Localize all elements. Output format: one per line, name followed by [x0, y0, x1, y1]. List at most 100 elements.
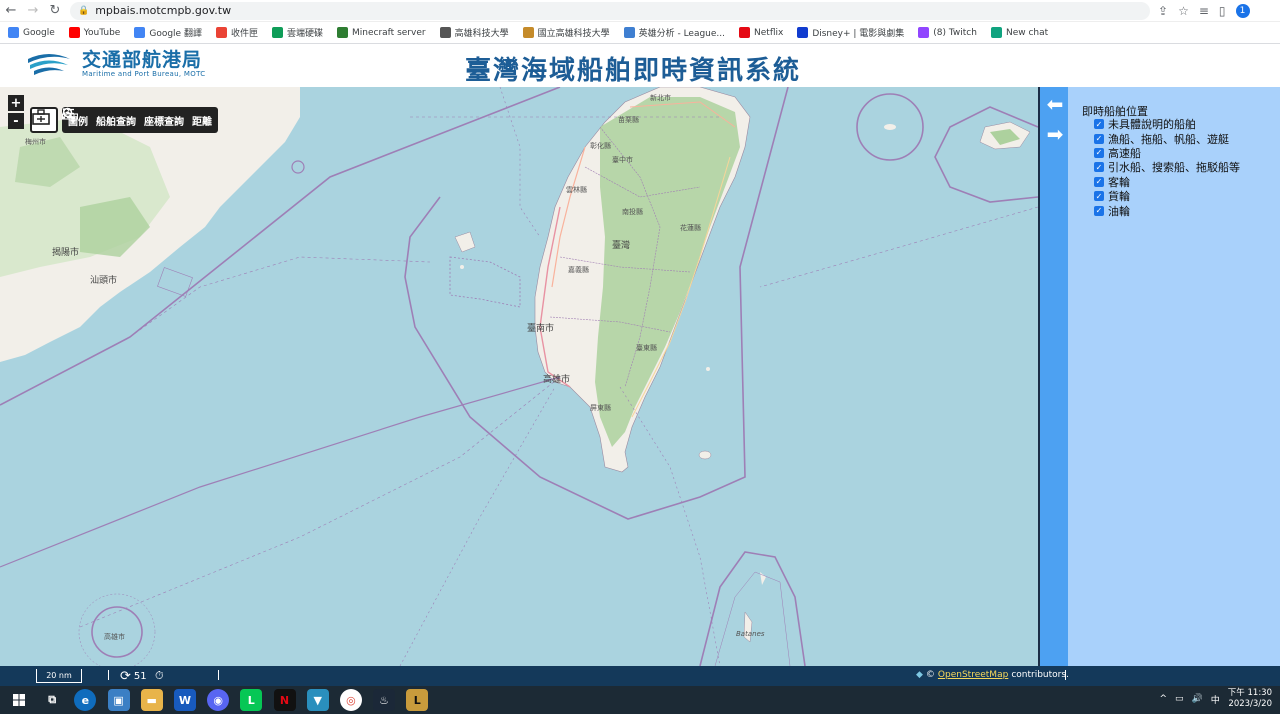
coord-search-button[interactable]: 座標查詢 — [62, 107, 184, 128]
ship-type-item[interactable]: ✓ 未具體說明的船舶 — [1094, 117, 1240, 131]
zoom-in-button[interactable]: + — [8, 95, 24, 111]
bookmark-item[interactable]: 英雄分析 - League... — [623, 26, 726, 39]
browser-address-bar: ← → ↻ 🔒 mpbais.motcmpb.gov.tw ⇪ ☆ ≡ ▯ 1 — [0, 0, 1280, 22]
mpb-logo[interactable]: 交通部航港局 Maritime and Port Bureau, MOTC — [26, 50, 205, 78]
checkbox[interactable]: ✓ — [1094, 205, 1104, 216]
forward-arrow-icon[interactable]: → — [22, 0, 44, 22]
bookmark-label: New chat — [1005, 27, 1049, 38]
share-icon[interactable]: ⇪ — [1158, 4, 1168, 18]
checkbox[interactable]: ✓ — [1094, 162, 1104, 173]
bookmark-label: 英雄分析 - League... — [638, 29, 726, 39]
svg-text:?: ? — [67, 108, 71, 115]
ship-type-item[interactable]: ✓ 引水船、搜索船、拖駁船等 — [1094, 160, 1240, 174]
analytics-icon — [623, 27, 635, 38]
clock-date: 2023/3/20 — [1228, 699, 1272, 709]
ship-type-item[interactable]: ✓ 漁船、拖船、帆船、遊艇 — [1094, 131, 1240, 146]
word-icon[interactable]: W — [173, 689, 196, 711]
checkbox[interactable]: ✓ — [1094, 119, 1104, 130]
bookmark-item[interactable]: 國立高雄科技大學 — [522, 26, 610, 39]
netflix-icon[interactable]: N — [273, 689, 296, 711]
checkbox[interactable]: ✓ — [1094, 147, 1104, 158]
map-canvas[interactable]: 臺灣 臺南市 高雄市 揭陽市 汕頭市 梅州市 屏東縣 臺東縣 花蓮縣 Batan… — [0, 87, 1038, 666]
reload-icon[interactable]: ↻ — [44, 0, 66, 22]
clock[interactable]: 下午 11:30 2023/3/20 — [1228, 688, 1272, 710]
google-icon — [8, 27, 19, 38]
gmail-icon — [215, 27, 227, 38]
file-explorer-icon[interactable]: ▬ — [140, 689, 163, 711]
zoom-out-button[interactable]: - — [8, 113, 24, 129]
url-input[interactable]: 🔒 mpbais.motcmpb.gov.tw — [70, 1, 1150, 20]
map-label-shantou: 汕頭市 — [90, 276, 118, 286]
bookmark-item[interactable]: New chat — [990, 27, 1049, 38]
bookmark-item[interactable]: Disney+ | 電影與劇集 — [797, 26, 904, 39]
ruler-icon: ? — [62, 108, 78, 120]
bookmark-item[interactable]: 收件匣 — [215, 26, 258, 39]
vpn-icon[interactable]: ▼ — [306, 689, 329, 711]
arrow-right-icon[interactable]: ➡ — [1044, 122, 1066, 146]
site-header: 交通部航港局 Maritime and Port Bureau, MOTC 臺灣… — [0, 44, 1280, 87]
ship-type-item[interactable]: ✓ 客輪 — [1094, 175, 1240, 189]
map-label-pratas: 高雄市 — [104, 633, 125, 641]
map-label-hualien: 花蓮縣 — [680, 224, 701, 232]
logo-english-name: Maritime and Port Bureau, MOTC — [82, 70, 206, 78]
ship-search-button[interactable]: 船舶查詢 — [62, 107, 136, 128]
discord-icon[interactable]: ◉ — [207, 689, 230, 711]
refresh-counter[interactable]: ⟳ 51 — [120, 669, 147, 684]
ship-type-item[interactable]: ✓ 油輪 — [1094, 203, 1240, 218]
bookmark-label: Disney+ | 電影與劇集 — [812, 29, 905, 39]
ship-type-item[interactable]: ✓ 高速船 — [1094, 146, 1240, 160]
map-label-tainan: 臺南市 — [527, 324, 555, 334]
steam-icon[interactable]: ♨ — [373, 689, 396, 711]
toolbox-button[interactable] — [30, 107, 58, 133]
chat-icon — [990, 27, 1002, 38]
bookmark-label: YouTube — [83, 27, 121, 38]
volume-icon[interactable]: 🔊 — [1192, 694, 1203, 704]
checkbox[interactable]: ✓ — [1094, 133, 1104, 144]
checkbox[interactable]: ✓ — [1094, 191, 1104, 202]
bookmark-item[interactable]: YouTube — [68, 27, 121, 38]
zoom-controls: + - — [8, 95, 24, 131]
bookmark-label: Minecraft server — [352, 27, 426, 38]
bookmark-star-icon[interactable]: ☆ — [1178, 4, 1189, 18]
timer-icon[interactable]: ⏱ — [155, 669, 164, 683]
bookmark-item[interactable]: 雲端硬碟 — [271, 26, 323, 39]
photos-icon[interactable]: ▣ — [107, 689, 130, 711]
reading-list-icon[interactable]: ≡ — [1199, 4, 1209, 18]
bookmark-item[interactable]: Google — [8, 27, 55, 38]
map-tiles[interactable] — [0, 87, 1038, 666]
side-panel-icon[interactable]: ▯ — [1219, 4, 1226, 18]
ship-type-item[interactable]: ✓ 貨輪 — [1094, 189, 1240, 203]
system-tray: ^ ▭ 🔊 中 下午 11:30 2023/3/20 — [1160, 688, 1273, 710]
drive-icon — [271, 27, 283, 38]
ime-indicator[interactable]: 中 — [1211, 693, 1220, 706]
chevron-up-icon[interactable]: ^ — [1160, 694, 1168, 704]
bookmark-item[interactable]: Netflix — [739, 27, 783, 38]
map-toolbar: 圖例 船舶查詢 座標查詢 ? 距離 — [62, 107, 218, 133]
profile-avatar[interactable]: 1 — [1235, 3, 1250, 18]
line-icon[interactable]: L — [240, 689, 263, 711]
arrow-left-icon[interactable]: ⬅ — [1044, 92, 1066, 116]
copyright-symbol: © — [925, 670, 935, 680]
youtube-icon — [68, 27, 80, 38]
task-view-icon[interactable]: ⧉ — [41, 689, 63, 711]
windows-start-icon[interactable] — [8, 689, 30, 711]
checkbox[interactable]: ✓ — [1094, 176, 1104, 187]
network-icon[interactable]: ▭ — [1175, 694, 1184, 704]
map-label-taiwan: 臺灣 — [612, 241, 631, 251]
map-label-miaoli: 苗栗縣 — [618, 116, 639, 124]
chrome-icon[interactable]: ◎ — [339, 689, 362, 711]
edge-icon[interactable]: e — [74, 689, 97, 711]
globe-icon — [439, 27, 451, 38]
divider — [1065, 670, 1066, 680]
bookmark-item[interactable]: Google 翻譯 — [134, 26, 202, 39]
bookmark-label: (8) Twitch — [933, 27, 977, 38]
bookmark-label: Google — [23, 27, 55, 38]
distance-button[interactable]: ? 距離 — [62, 108, 212, 128]
league-icon[interactable]: L — [406, 689, 429, 711]
distance-label: 距離 — [192, 116, 212, 128]
bookmark-item[interactable]: Minecraft server — [337, 27, 426, 38]
bookmark-item[interactable]: (8) Twitch — [918, 27, 977, 38]
bookmark-item[interactable]: 高雄科技大學 — [439, 26, 509, 39]
back-arrow-icon[interactable]: ← — [0, 0, 22, 22]
osm-link[interactable]: OpenStreetMap — [938, 670, 1008, 680]
